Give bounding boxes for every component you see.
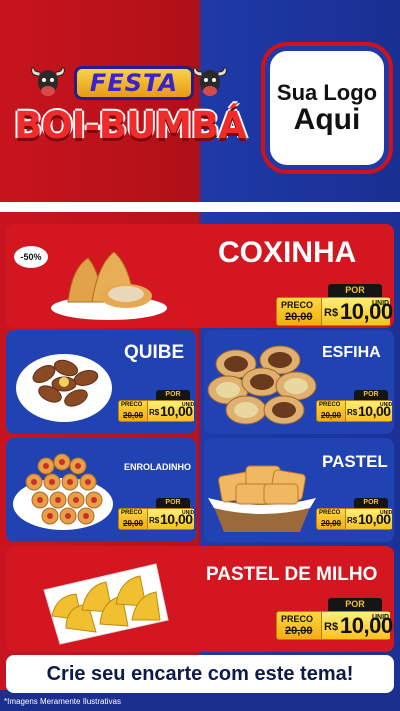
old-price: 20,00	[285, 625, 313, 637]
boi-bumba-title: BOI-BUMBÁ	[14, 104, 247, 147]
currency: R$	[324, 621, 339, 633]
unit-label: UNID	[380, 510, 393, 516]
preco-label: PRECO	[121, 510, 143, 516]
price-tag: POR PRECO 20,00 R$ 10,00 UNID	[276, 598, 393, 640]
header-banner: FESTA BOI-BUMBÁ Sua Logo Aqui	[0, 0, 400, 212]
por-label: POR	[354, 498, 388, 508]
product-name: PASTEL	[322, 452, 388, 471]
product-name: QUIBE	[124, 342, 185, 363]
old-price: 20,00	[321, 411, 342, 420]
unit-label: UNID	[372, 614, 390, 621]
product-name: COXINHA	[218, 236, 357, 269]
preco-label: PRECO	[319, 402, 341, 408]
currency: R$	[149, 516, 160, 525]
disclaimer: *Imagens Meramente Ilustrativas	[4, 697, 121, 706]
unit-label: UNID	[182, 402, 195, 408]
product-card-coxinha[interactable]: -50% COXINHA POR PRECO 20,00 R$ 10,00 UN…	[6, 224, 394, 328]
old-price: 20,00	[321, 519, 342, 528]
pastel-image	[208, 465, 316, 532]
quibe-image	[16, 354, 112, 422]
price-tag: POR PRECO 20,00 R$ 10,00 UNID	[276, 284, 393, 326]
por-label: POR	[354, 390, 388, 400]
menu-grid: -50% COXINHA POR PRECO 20,00 R$ 10,00 UN…	[0, 212, 400, 690]
coxinha-image	[51, 251, 167, 320]
product-card-enroladinho[interactable]: ENROLADINHO POR PRECO 20,00 R$ 10,00 UNI…	[6, 438, 196, 542]
bull-icon	[193, 67, 227, 96]
esfiha-image	[207, 345, 317, 425]
product-name: ENROLADINHO	[124, 462, 191, 472]
por-label: POR	[156, 498, 190, 508]
currency: R$	[149, 408, 160, 417]
price-tag: POR PRECO 20,00 R$ 10,00 UNID	[118, 390, 194, 424]
preco-label: PRECO	[281, 614, 314, 624]
por-label: POR	[328, 284, 382, 297]
logo-line-1: Sua Logo	[276, 79, 378, 105]
old-price: 20,00	[123, 411, 144, 420]
old-price: 20,00	[123, 519, 144, 528]
product-name: ESFIHA	[322, 344, 381, 361]
price-tag: POR PRECO 20,00 R$ 10,00 UNID	[316, 498, 392, 532]
preco-label: PRECO	[121, 402, 143, 408]
product-name: PASTEL DE MILHO	[206, 564, 378, 585]
product-card-pastel[interactable]: PASTEL POR PRECO 20,00 R$ 10,00 UNID	[204, 438, 394, 542]
festa-label: FESTA	[74, 66, 194, 100]
price-tag: POR PRECO 20,00 R$ 10,00 UNID	[118, 498, 194, 532]
logo-placeholder: Sua Logo Aqui	[265, 46, 389, 170]
preco-label: PRECO	[281, 300, 314, 310]
unit-label: UNID	[380, 402, 393, 408]
product-card-quibe[interactable]: QUIBE POR PRECO 20,00 R$ 10,00 UNID	[6, 330, 196, 434]
currency: R$	[347, 408, 358, 417]
por-label: POR	[328, 598, 382, 611]
cta-banner[interactable]: Crie seu encarte com este tema!	[6, 655, 394, 693]
festa-boi-bumba-logo: FESTA BOI-BUMBÁ	[6, 60, 254, 170]
bull-icon	[31, 67, 65, 96]
logo-line-2: Aqui	[293, 102, 361, 136]
product-card-pastel-de-milho[interactable]: PASTEL DE MILHO POR PRECO 20,00 R$ 10,00…	[6, 546, 394, 652]
currency: R$	[347, 516, 358, 525]
unit-label: UNID	[372, 300, 390, 307]
product-card-esfiha[interactable]: ESFIHA POR PRECO 20,00 R$ 10,00 UNID	[204, 330, 394, 434]
discount-badge: -50%	[14, 246, 48, 268]
preco-label: PRECO	[319, 510, 341, 516]
currency: R$	[324, 307, 339, 319]
unit-label: UNID	[182, 510, 195, 516]
pastel-de-milho-image	[43, 563, 169, 645]
price-tag: POR PRECO 20,00 R$ 10,00 UNID	[316, 390, 392, 424]
old-price: 20,00	[285, 311, 313, 323]
por-label: POR	[156, 390, 190, 400]
enroladinho-image	[13, 453, 113, 530]
